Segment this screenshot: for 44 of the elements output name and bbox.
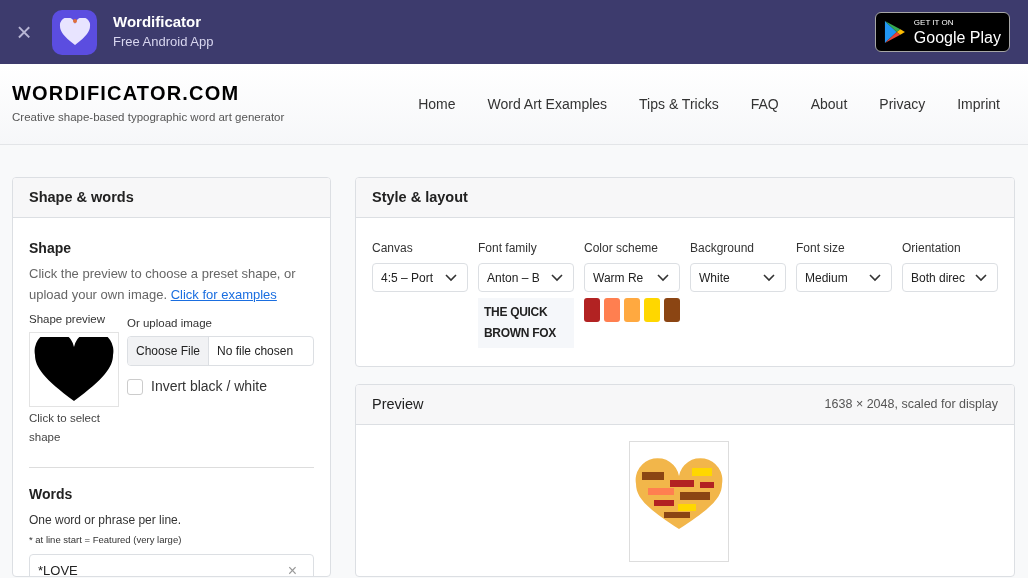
badge-caption: GET IT ON: [913, 19, 955, 27]
shape-help-text: Click the preview to choose a preset shape, or upload your own image. Click for examples: [29, 265, 297, 304]
field-label: Font size: [796, 240, 846, 257]
site-logo[interactable]: WORDIFICATOR.COM: [12, 81, 285, 106]
words-input[interactable]: *LOVE ×: [29, 553, 314, 576]
nav-link[interactable]: FAQ: [750, 93, 779, 115]
checkbox-label: Invert black / white: [151, 377, 267, 397]
select-dropdown[interactable]: Both direc: [902, 263, 998, 292]
section-heading: Shape: [29, 239, 72, 258]
nav-link[interactable]: Privacy: [879, 93, 926, 115]
examples-link[interactable]: Click for examples: [170, 287, 277, 302]
select-dropdown[interactable]: White: [690, 263, 786, 292]
panel-title: Preview: [372, 394, 424, 414]
preview-caption: Click to select shape: [29, 411, 101, 446]
field-label: Color scheme: [584, 240, 660, 257]
section-heading: Words: [29, 485, 74, 505]
panel-title: Shape & words: [29, 187, 134, 207]
select-dropdown[interactable]: Medium: [796, 263, 892, 292]
close-button[interactable]: ×: [16, 19, 32, 45]
select-dropdown[interactable]: Anton – B: [478, 263, 574, 292]
field-label: Background: [690, 240, 756, 257]
field-label: Font family: [478, 240, 538, 257]
nav-link[interactable]: About: [810, 93, 848, 115]
field-label: Or upload image: [127, 316, 214, 331]
nav-link[interactable]: Tips & Tricks: [639, 93, 719, 115]
field-label: Canvas: [372, 240, 414, 257]
file-input[interactable]: Choose File No file chosen: [127, 336, 314, 367]
nav-link[interactable]: Word Art Examples: [487, 93, 608, 115]
panel-title: Style & layout: [372, 187, 468, 207]
site-tagline: Creative shape-based typographic word art generator: [12, 110, 285, 126]
field-label: Orientation: [902, 240, 962, 257]
preview-info: 1638 × 2048, scaled for display: [824, 396, 998, 414]
select-dropdown[interactable]: 4:5 – Port: [372, 263, 468, 292]
words-help-text: One word or phrase per line.: [29, 512, 183, 530]
select-dropdown[interactable]: Warm Re: [584, 263, 680, 292]
app-subtitle: Free Android App: [113, 33, 214, 51]
google-play-badge[interactable]: GET IT ON Google Play: [875, 12, 1010, 52]
words-hint-text: * at line start = Featured (very large): [29, 533, 183, 548]
font-sample: THE QUICK BROWN FOX: [478, 298, 574, 348]
field-label: Shape preview: [29, 312, 107, 327]
nav-link[interactable]: Home: [418, 93, 456, 115]
badge-title: Google Play: [913, 29, 1001, 47]
nav-link[interactable]: Imprint: [957, 93, 1000, 115]
app-title: Wordificator: [113, 12, 203, 32]
